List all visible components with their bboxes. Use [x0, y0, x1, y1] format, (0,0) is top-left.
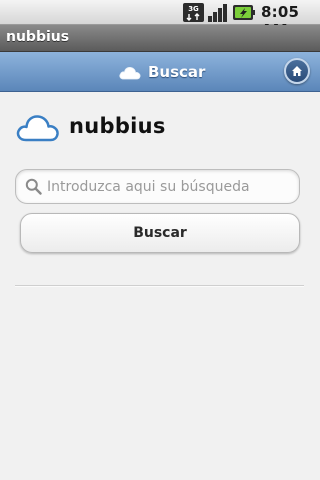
signal-icon — [208, 4, 227, 22]
search-input[interactable] — [47, 178, 287, 195]
header-bar: Buscar — [0, 52, 320, 92]
3g-icon: 3G — [183, 3, 204, 22]
brand: nubbius — [15, 108, 166, 144]
home-icon — [292, 66, 302, 76]
status-bar: 3G 8:05 AM — [0, 0, 320, 39]
battery-charging-icon — [233, 5, 255, 20]
home-button[interactable] — [284, 58, 310, 84]
app-title: nubbius — [6, 29, 70, 45]
divider — [15, 285, 304, 287]
search-field[interactable] — [15, 169, 300, 204]
brand-name: nubbius — [69, 114, 166, 138]
cloud-icon — [119, 67, 141, 80]
3g-label: 3G — [188, 5, 199, 13]
app-title-bar: nubbius — [0, 25, 320, 52]
search-icon — [25, 178, 42, 195]
cloud-logo-icon — [16, 115, 59, 142]
header-title-label: Buscar — [148, 63, 206, 81]
search-button[interactable]: Buscar — [20, 213, 300, 253]
header-title: Buscar — [118, 61, 205, 83]
